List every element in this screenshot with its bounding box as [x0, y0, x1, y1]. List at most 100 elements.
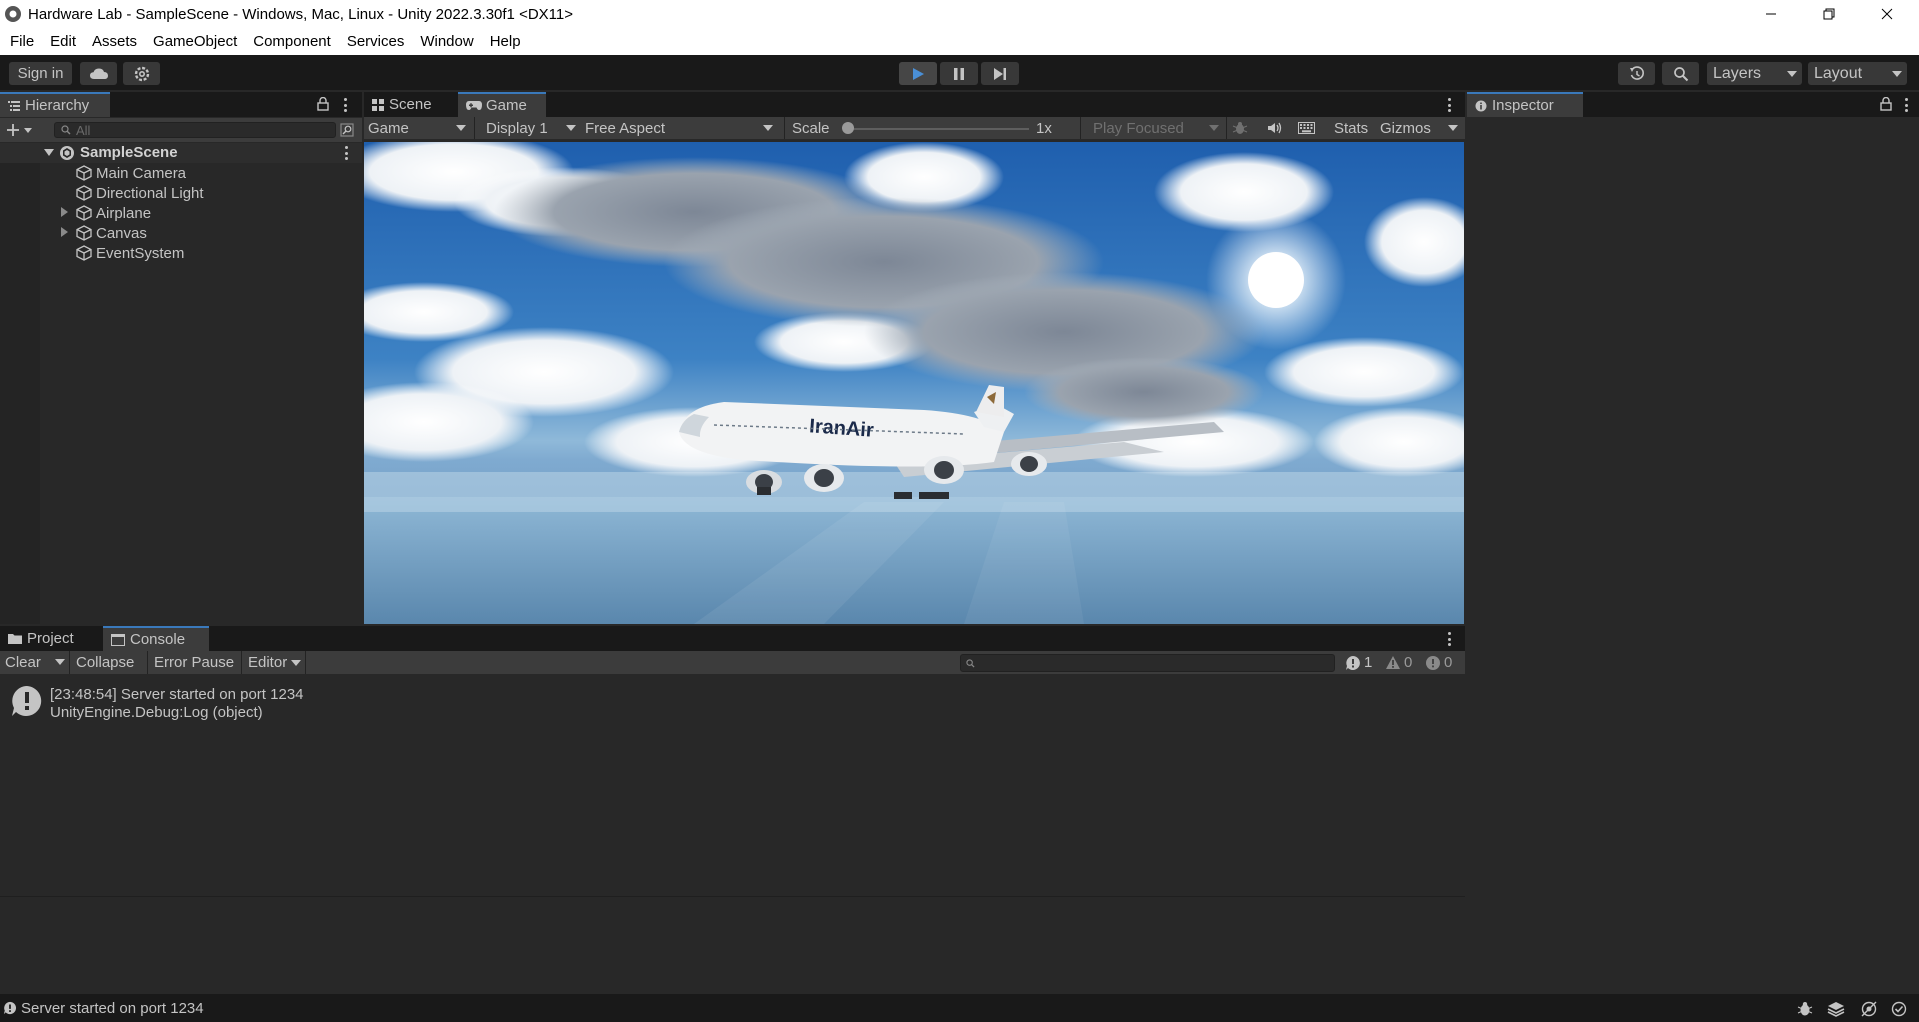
- hierarchy-item-eventsystem[interactable]: EventSystem: [76, 243, 184, 263]
- info-message-icon: [12, 686, 42, 716]
- display-dropdown[interactable]: Display 1: [482, 117, 579, 139]
- error-pause-button[interactable]: Error Pause: [149, 651, 241, 674]
- clear-button[interactable]: Clear: [0, 651, 50, 674]
- game-viewport[interactable]: IranAir: [364, 142, 1464, 624]
- warning-count-toggle[interactable]: 0: [1380, 651, 1420, 674]
- layout-dropdown-label: Layout: [1814, 64, 1863, 82]
- scene-menu-icon[interactable]: [343, 146, 349, 160]
- auto-generate-lighting-icon[interactable]: [1860, 1001, 1878, 1017]
- menu-assets[interactable]: Assets: [84, 28, 145, 55]
- pause-button[interactable]: [940, 62, 978, 85]
- divider: [305, 651, 306, 674]
- search-by-type-icon[interactable]: [340, 123, 354, 137]
- expand-arrow-icon[interactable]: [61, 207, 68, 217]
- inspector-menu-icon[interactable]: [1903, 98, 1909, 112]
- play-button[interactable]: [899, 62, 937, 85]
- chevron-down-icon: [763, 125, 773, 131]
- tab-game-label: Game: [486, 97, 527, 114]
- editor-dropdown[interactable]: Editor: [243, 651, 305, 674]
- menu-window[interactable]: Window: [412, 28, 481, 55]
- unity-scene-icon: [60, 146, 74, 160]
- layout-dropdown[interactable]: Layout: [1808, 62, 1907, 85]
- console-menu-icon[interactable]: [1446, 632, 1452, 646]
- window-title: Hardware Lab - SampleScene - Windows, Ma…: [28, 5, 573, 23]
- tab-inspector[interactable]: Inspector: [1467, 92, 1583, 117]
- lock-icon[interactable]: [1880, 97, 1892, 111]
- hierarchy-item-directional-light[interactable]: Directional Light: [76, 183, 204, 203]
- collapse-button[interactable]: Collapse: [71, 651, 146, 674]
- log-entry-message: [23:48:54] Server started on port 1234: [50, 686, 304, 703]
- scale-slider-thumb[interactable]: [842, 122, 854, 134]
- console-log-entry[interactable]: [23:48:54] Server started on port 1234 U…: [0, 678, 1465, 721]
- gameobject-cube-icon: [76, 245, 92, 261]
- chevron-down-icon: [1787, 71, 1797, 77]
- hierarchy-item-main-camera[interactable]: Main Camera: [76, 163, 186, 183]
- editor-dropdown-label: Editor: [248, 654, 288, 671]
- create-dropdown[interactable]: [6, 122, 38, 138]
- menu-gameobject[interactable]: GameObject: [145, 28, 245, 55]
- gizmos-button[interactable]: Gizmos: [1376, 117, 1438, 139]
- undo-history-button[interactable]: [1618, 62, 1655, 85]
- tab-console[interactable]: Console: [103, 626, 209, 651]
- view-mode-dropdown[interactable]: Game: [364, 117, 474, 139]
- game-view-panel: Scene Game Game Display 1 Free Aspect Sc…: [364, 92, 1465, 626]
- check-circle-icon[interactable]: [1890, 1001, 1908, 1017]
- collab-settings-button[interactable]: [123, 62, 160, 85]
- expand-arrow-icon[interactable]: [61, 227, 68, 237]
- debug-mode-icon[interactable]: [1796, 1001, 1814, 1017]
- menu-help[interactable]: Help: [482, 28, 529, 55]
- gamepad-icon: [466, 101, 482, 110]
- hierarchy-item-canvas[interactable]: Canvas: [76, 223, 147, 243]
- speaker-icon[interactable]: [1267, 121, 1283, 135]
- gameobject-cube-icon: [76, 225, 92, 241]
- minimize-icon: [1766, 13, 1776, 15]
- search-button[interactable]: [1662, 62, 1699, 85]
- console-panel: Project Console Clear Collapse Error Pau…: [0, 626, 1465, 994]
- scale-label: Scale: [788, 117, 848, 139]
- menu-component[interactable]: Component: [245, 28, 339, 55]
- inspector-tabbar: Inspector: [1467, 92, 1919, 117]
- hierarchy-search-input[interactable]: All: [54, 122, 336, 138]
- tab-scene[interactable]: Scene: [364, 92, 457, 117]
- gizmos-dropdown-chevron-icon[interactable]: [1448, 125, 1458, 131]
- keyboard-icon[interactable]: [1298, 122, 1315, 134]
- stats-button[interactable]: Stats: [1330, 117, 1374, 139]
- close-icon: [1881, 8, 1893, 20]
- hierarchy-menu-icon[interactable]: [342, 98, 348, 112]
- tab-hierarchy[interactable]: Hierarchy: [0, 92, 110, 117]
- log-count-toggle[interactable]: 1: [1340, 651, 1380, 674]
- close-button[interactable]: [1858, 0, 1916, 28]
- bug-icon[interactable]: [1232, 121, 1248, 135]
- sign-in-button[interactable]: Sign in: [9, 62, 72, 85]
- history-icon: [1629, 65, 1644, 80]
- console-search-input[interactable]: [960, 654, 1335, 672]
- error-count-toggle[interactable]: 0: [1420, 651, 1460, 674]
- aspect-label: Free Aspect: [585, 119, 666, 137]
- aspect-dropdown[interactable]: Free Aspect: [581, 117, 781, 139]
- tab-console-label: Console: [130, 631, 186, 648]
- search-icon: [966, 659, 975, 668]
- clear-options-chevron-icon[interactable]: [55, 659, 65, 665]
- view-tabbar: Scene Game: [364, 92, 1465, 117]
- layers-dropdown[interactable]: Layers: [1707, 62, 1802, 85]
- play-mode-dropdown[interactable]: Play Focused: [1089, 117, 1225, 139]
- menu-services[interactable]: Services: [339, 28, 413, 55]
- step-button[interactable]: [981, 62, 1019, 85]
- scene-row[interactable]: SampleScene: [0, 143, 362, 163]
- menu-edit[interactable]: Edit: [42, 28, 84, 55]
- minimize-button[interactable]: [1742, 0, 1800, 28]
- divider: [0, 896, 1465, 897]
- layers-stack-icon[interactable]: [1827, 1001, 1845, 1017]
- tab-game[interactable]: Game: [458, 92, 546, 117]
- lock-icon[interactable]: [317, 97, 329, 111]
- expand-arrow-icon[interactable]: [44, 149, 54, 156]
- tab-project[interactable]: Project: [0, 626, 101, 651]
- cloud-button[interactable]: [80, 62, 117, 85]
- error-pause-button-label: Error Pause: [154, 654, 235, 671]
- scale-slider-track[interactable]: [844, 128, 1029, 130]
- game-view-menu-icon[interactable]: [1446, 98, 1452, 112]
- hierarchy-panel: Hierarchy All SampleScene Main Camera Di…: [0, 92, 362, 624]
- restore-button[interactable]: [1800, 0, 1858, 28]
- hierarchy-item-airplane[interactable]: Airplane: [76, 203, 151, 223]
- menu-file[interactable]: File: [2, 28, 42, 55]
